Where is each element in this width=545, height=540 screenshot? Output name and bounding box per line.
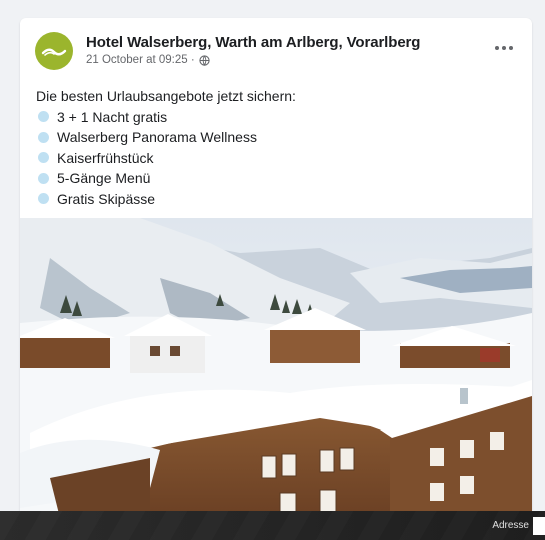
bullet-icon bbox=[38, 111, 49, 123]
list-item-label: Gratis Skipässe bbox=[57, 190, 156, 207]
more-options-icon[interactable] bbox=[490, 38, 518, 58]
snowy-alpine-village-photo bbox=[20, 218, 532, 518]
list-item: Gratis Skipässe bbox=[36, 189, 516, 210]
page-avatar[interactable] bbox=[35, 32, 73, 70]
list-item-label: 3 + 1 Nacht gratis bbox=[57, 108, 168, 125]
list-item-label: Walserberg Panorama Wellness bbox=[57, 129, 257, 145]
list-item: 5-Gänge Menü bbox=[36, 168, 516, 189]
post-timestamp[interactable]: 21 October at 09:25 · bbox=[86, 54, 195, 66]
post-header: Hotel Walserberg, Warth am Arlberg, Vora… bbox=[20, 18, 532, 78]
hotel-logo-icon bbox=[41, 48, 67, 56]
taskbar-background bbox=[0, 511, 545, 540]
bullet-icon bbox=[38, 193, 49, 205]
post-meta: 21 October at 09:25 · bbox=[86, 54, 210, 66]
list-item-label: 5-Gänge Menü bbox=[57, 170, 151, 186]
list-item: Kaiserfrühstück bbox=[36, 148, 516, 169]
bullet-icon bbox=[38, 152, 49, 164]
taskbar: Adresse bbox=[0, 511, 545, 540]
bullet-icon bbox=[38, 131, 49, 143]
facebook-post-card: Hotel Walserberg, Warth am Arlberg, Vora… bbox=[20, 18, 532, 518]
post-text: Die besten Urlaubsangebote jetzt sichern… bbox=[36, 86, 516, 209]
list-item: 3 + 1 Nacht gratis bbox=[36, 107, 516, 128]
address-label: Adresse bbox=[492, 520, 529, 531]
bullet-icon bbox=[38, 172, 49, 184]
list-item: Walserberg Panorama Wellness bbox=[36, 127, 516, 148]
list-item-label: Kaiserfrühstück bbox=[57, 149, 154, 166]
page-name-link[interactable]: Hotel Walserberg, Warth am Arlberg, Vora… bbox=[86, 34, 420, 51]
post-intro: Die besten Urlaubsangebote jetzt sichern… bbox=[36, 88, 296, 104]
post-photo[interactable] bbox=[20, 218, 532, 518]
globe-icon bbox=[199, 54, 210, 66]
address-input[interactable] bbox=[533, 517, 545, 535]
